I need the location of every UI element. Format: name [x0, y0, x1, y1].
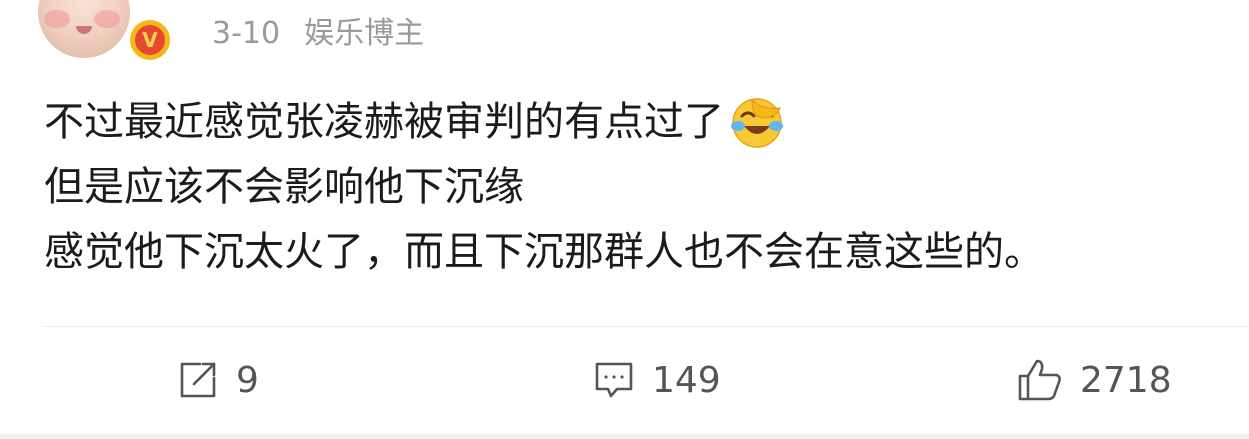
comment-icon [595, 362, 633, 398]
post-date: 3-10 [212, 16, 281, 51]
content-line: 感觉他下沉太火了，而且下沉那群人也不会在意这些的。 [44, 220, 1224, 285]
divider [42, 326, 1249, 327]
like-count: 2718 [1080, 359, 1172, 401]
share-button[interactable]: 9 [176, 350, 259, 410]
post-meta: 3-10 娱乐博主 [212, 8, 424, 52]
action-bar: 9 149 2718 [0, 350, 1249, 410]
verified-badge-letter: V [135, 25, 165, 55]
avatar-cheek-right [94, 10, 120, 28]
content-line: 不过最近感觉张凌赫被审判的有点过了 [44, 90, 1224, 155]
content-line: 但是应该不会影响他下沉缘 [44, 155, 1224, 220]
bottom-separator [0, 434, 1249, 439]
content-line-text: 感觉他下沉太火了，而且下沉那群人也不会在意这些的。 [44, 229, 1044, 275]
avatar-heart-icon: ♡ [44, 36, 57, 52]
content-line-text: 但是应该不会影响他下沉缘 [44, 164, 524, 210]
share-count: 9 [236, 359, 259, 401]
share-icon [180, 362, 216, 398]
weibo-comment-card: ♡ V 3-10 娱乐博主 不过最近感觉张凌赫被审判的有点过了 但是应该不会影响… [0, 0, 1249, 439]
comment-count: 149 [652, 359, 721, 401]
verified-badge-icon: V [126, 16, 174, 64]
avatar-cheek-left [44, 10, 70, 28]
comment-button[interactable]: 149 [592, 350, 721, 410]
content-line-text: 不过最近感觉张凌赫被审判的有点过了 [44, 99, 724, 145]
author-tag: 娱乐博主 [304, 16, 425, 51]
avatar-mouth [76, 26, 92, 34]
avatar[interactable]: ♡ [38, 0, 130, 58]
thumbs-up-icon [1018, 359, 1061, 401]
post-content: 不过最近感觉张凌赫被审判的有点过了 但是应该不会影响他下沉缘 感觉他下沉太火了，… [44, 90, 1224, 285]
laughing-crying-emoji-icon [731, 97, 783, 148]
like-button[interactable]: 2718 [1016, 350, 1172, 410]
